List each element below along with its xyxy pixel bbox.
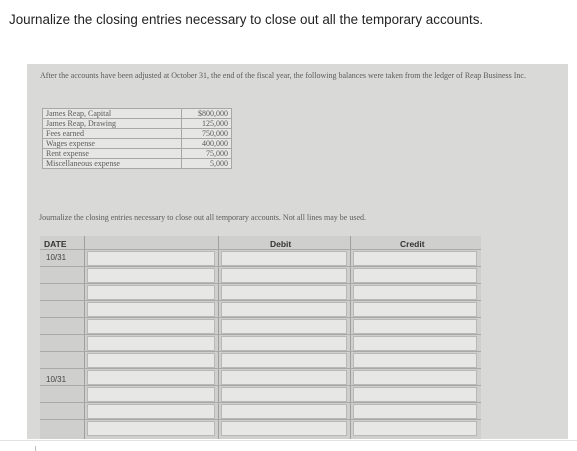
date-column-header: DATE	[44, 239, 67, 249]
balance-amount: $800,000	[181, 108, 232, 119]
account-input-cell	[87, 353, 215, 368]
credit-input-cell	[353, 336, 477, 351]
account-input-cell	[87, 370, 215, 385]
credit-input-cell	[353, 268, 477, 283]
debit-input-cell	[221, 268, 347, 283]
account-input-cell	[87, 302, 215, 317]
debit-input-cell	[221, 319, 347, 334]
balance-account: James Reap, Drawing	[42, 118, 182, 129]
balance-row: Fees earned 750,000	[42, 128, 232, 139]
balance-amount: 5,000	[181, 158, 232, 169]
balances-table: James Reap, Capital $800,000 James Reap,…	[42, 108, 232, 169]
credit-input-cell	[353, 302, 477, 317]
debit-input-cell	[221, 370, 347, 385]
debit-input-cell	[221, 404, 347, 419]
account-input-cell	[87, 387, 215, 402]
account-input-cell	[87, 421, 215, 436]
journal-table: DATE Debit Credit 10/31 10/31	[40, 236, 481, 439]
credit-input-cell	[353, 387, 477, 402]
balance-amount: 400,000	[181, 138, 232, 149]
debit-input-cell	[221, 336, 347, 351]
debit-input-cell	[221, 302, 347, 317]
debit-column-header: Debit	[270, 239, 292, 249]
journal-instructions: Journalize the closing entries necessary…	[39, 213, 367, 222]
credit-input-cell	[353, 285, 477, 300]
balance-amount: 75,000	[181, 148, 232, 159]
debit-input-cell	[221, 421, 347, 436]
credit-input-cell	[353, 353, 477, 368]
credit-input-cell	[353, 319, 477, 334]
balance-account: Miscellaneous expense	[42, 158, 182, 169]
debit-input-cell	[221, 251, 347, 266]
balance-row: Miscellaneous expense 5,000	[42, 158, 232, 169]
credit-input-cell	[353, 251, 477, 266]
problem-intro-text: After the accounts have been adjusted at…	[40, 71, 526, 80]
balance-account: James Reap, Capital	[42, 108, 182, 119]
page-divider	[0, 440, 577, 441]
account-input-cell	[87, 319, 215, 334]
credit-input-cell	[353, 421, 477, 436]
debit-input-cell	[221, 285, 347, 300]
account-input-cell	[87, 404, 215, 419]
account-input-cell	[87, 285, 215, 300]
account-input-cell	[87, 268, 215, 283]
balance-amount: 750,000	[181, 128, 232, 139]
balance-row: Rent expense 75,000	[42, 148, 232, 159]
question-text: Journalize the closing entries necessary…	[9, 12, 484, 27]
credit-column-header: Credit	[400, 239, 425, 249]
balance-account: Fees earned	[42, 128, 182, 139]
account-input-cell	[87, 251, 215, 266]
credit-input-cell	[353, 404, 477, 419]
debit-input-cell	[221, 387, 347, 402]
credit-input-cell	[353, 370, 477, 385]
balance-row: James Reap, Drawing 125,000	[42, 118, 232, 129]
account-input-cell	[87, 336, 215, 351]
balance-amount: 125,000	[181, 118, 232, 129]
balance-row: Wages expense 400,000	[42, 138, 232, 149]
balance-row: James Reap, Capital $800,000	[42, 108, 232, 119]
balance-account: Rent expense	[42, 148, 182, 159]
problem-photo: After the accounts have been adjusted at…	[27, 64, 568, 439]
text-cursor	[35, 446, 36, 451]
debit-input-cell	[221, 353, 347, 368]
balance-account: Wages expense	[42, 138, 182, 149]
